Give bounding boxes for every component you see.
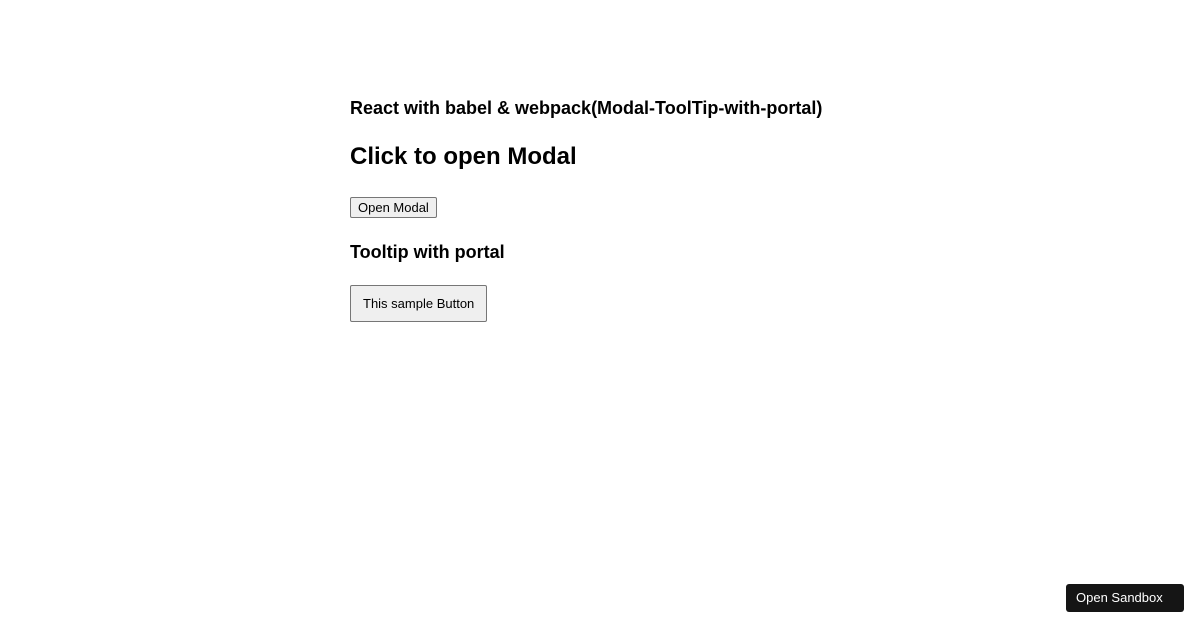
- main-content: React with babel & webpack(Modal-ToolTip…: [350, 0, 1200, 322]
- open-modal-button[interactable]: Open Modal: [350, 197, 437, 218]
- sample-button[interactable]: This sample Button: [350, 285, 487, 322]
- modal-section-heading: Click to open Modal: [350, 143, 1200, 171]
- tooltip-section-heading: Tooltip with portal: [350, 242, 1200, 263]
- open-sandbox-button[interactable]: Open Sandbox: [1066, 584, 1184, 612]
- page-title: React with babel & webpack(Modal-ToolTip…: [350, 98, 1200, 119]
